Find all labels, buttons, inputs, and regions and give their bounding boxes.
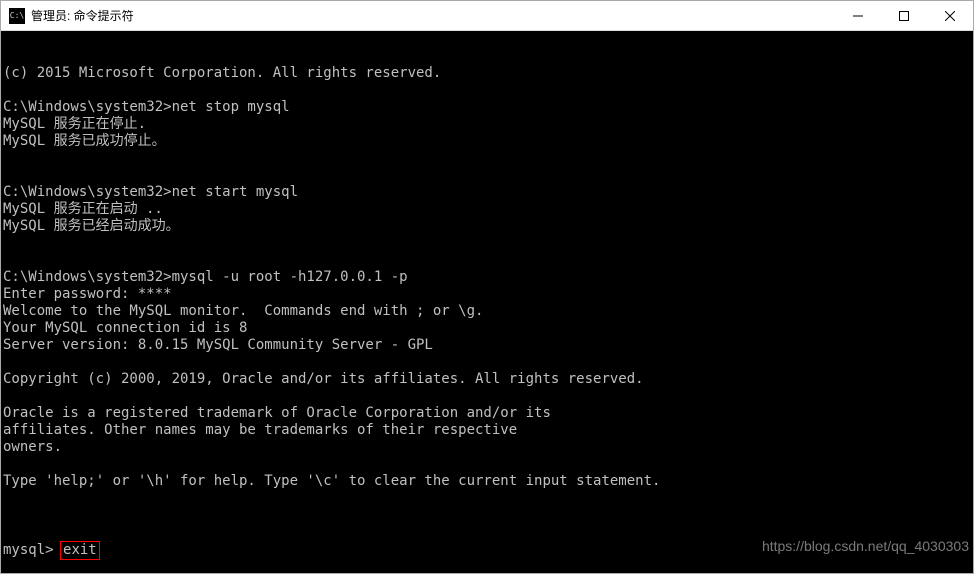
close-icon (945, 11, 955, 21)
terminal-line (3, 150, 971, 167)
terminal-line (3, 82, 971, 99)
terminal-area[interactable]: (c) 2015 Microsoft Corporation. All righ… (1, 31, 973, 573)
terminal-line: Welcome to the MySQL monitor. Commands e… (3, 303, 971, 320)
terminal-line: MySQL 服务正在停止. (3, 116, 971, 133)
titlebar[interactable]: C:\ 管理员: 命令提示符 (1, 1, 973, 31)
close-button[interactable] (927, 1, 973, 30)
window-controls (835, 1, 973, 30)
terminal-line: MySQL 服务已经启动成功。 (3, 218, 971, 235)
terminal-line (3, 167, 971, 184)
terminal-output: (c) 2015 Microsoft Corporation. All righ… (3, 65, 971, 507)
terminal-line: (c) 2015 Microsoft Corporation. All righ… (3, 65, 971, 82)
command-prompt-window: C:\ 管理员: 命令提示符 (c) 2015 Microsoft Corpor… (0, 0, 974, 574)
terminal-line: Oracle is a registered trademark of Orac… (3, 405, 971, 422)
terminal-line (3, 354, 971, 371)
terminal-line (3, 235, 971, 252)
terminal-line: MySQL 服务正在启动 .. (3, 201, 971, 218)
maximize-icon (899, 11, 909, 21)
terminal-line: MySQL 服务已成功停止。 (3, 133, 971, 150)
terminal-line: C:\Windows\system32>net stop mysql (3, 99, 971, 116)
exit-command-highlight: exit (60, 541, 100, 560)
terminal-line (3, 490, 971, 507)
mysql-prompt: mysql> (3, 542, 62, 558)
maximize-button[interactable] (881, 1, 927, 30)
terminal-line: Server version: 8.0.15 MySQL Community S… (3, 337, 971, 354)
terminal-line: C:\Windows\system32>mysql -u root -h127.… (3, 269, 971, 286)
terminal-line: Enter password: **** (3, 286, 971, 303)
minimize-button[interactable] (835, 1, 881, 30)
minimize-icon (853, 11, 863, 21)
terminal-line: affiliates. Other names may be trademark… (3, 422, 971, 439)
terminal-line: Type 'help;' or '\h' for help. Type '\c'… (3, 473, 971, 490)
window-title: 管理员: 命令提示符 (31, 7, 835, 24)
cmd-icon: C:\ (9, 8, 25, 24)
terminal-line-highlighted: mysql> exit (3, 541, 971, 560)
terminal-line (3, 456, 971, 473)
terminal-line (3, 388, 971, 405)
terminal-line: Your MySQL connection id is 8 (3, 320, 971, 337)
terminal-line: Copyright (c) 2000, 2019, Oracle and/or … (3, 371, 971, 388)
terminal-line: owners. (3, 439, 971, 456)
terminal-line (3, 252, 971, 269)
terminal-line: C:\Windows\system32>net start mysql (3, 184, 971, 201)
